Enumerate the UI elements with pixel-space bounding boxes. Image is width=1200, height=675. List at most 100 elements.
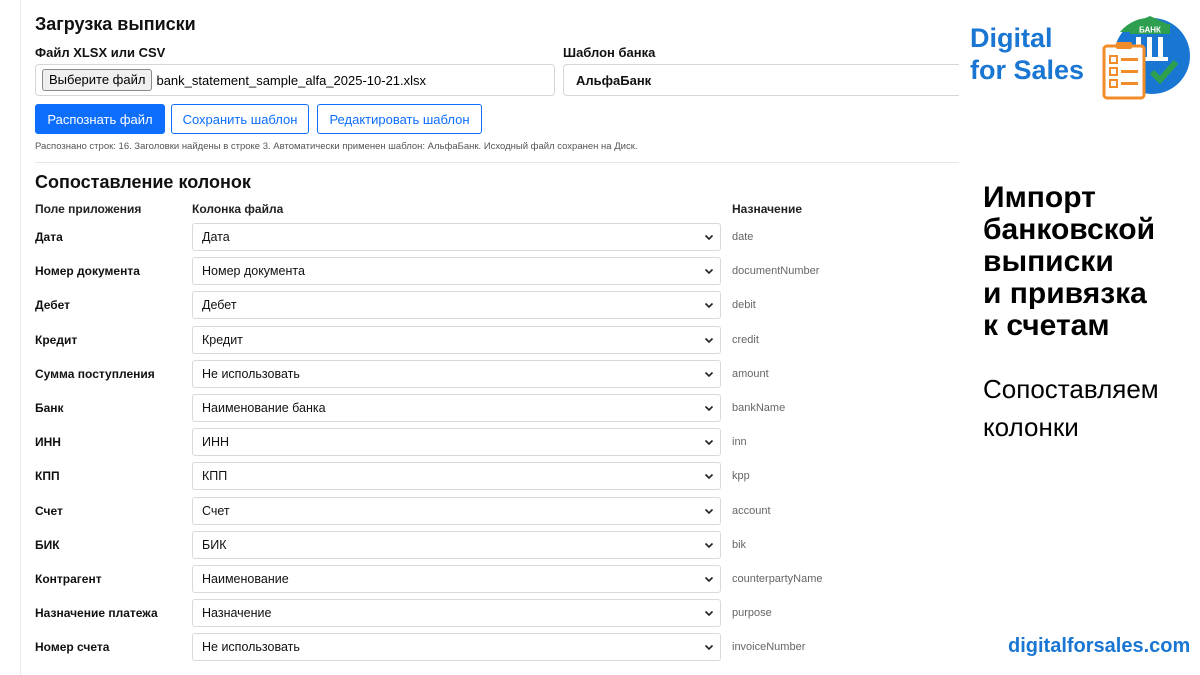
destination-key: counterpartyName	[732, 573, 823, 585]
heading-line: и привязка	[983, 277, 1147, 310]
chevron-down-icon	[704, 234, 714, 241]
subheading-line: колонки	[983, 412, 1079, 442]
app-field-label: Номер документа	[35, 264, 140, 279]
chevron-down-icon	[704, 611, 714, 617]
recognize-file-button[interactable]: Распознать файл	[35, 104, 165, 134]
app-field-label: Кредит	[35, 332, 78, 347]
destination-key: inn	[732, 436, 747, 449]
select-value: Назначение	[202, 606, 272, 621]
chevron-down-icon	[704, 440, 714, 446]
chevron-down-icon	[704, 405, 714, 412]
chevron-down-icon	[704, 371, 714, 377]
destination-key: date	[732, 231, 754, 243]
heading-line: банковской	[983, 213, 1156, 246]
chevron-down-icon	[704, 576, 714, 583]
app-field-label: Контрагент	[35, 572, 102, 586]
select-value: Номер документа	[202, 264, 305, 279]
select-value: Счет	[202, 503, 230, 518]
mapping-row: Сумма поступления Не использовать amount	[35, 359, 959, 388]
file-column-select[interactable]: Наименование	[192, 565, 721, 593]
app-field-label: Назначение платежа	[35, 606, 158, 621]
bank-checklist-icon: БАНК	[1102, 16, 1190, 100]
app-field-label: Дебет	[35, 298, 71, 313]
select-value: Не использовать	[202, 366, 300, 381]
brand-logo: Digital for Sales	[970, 22, 1084, 86]
app-field-label: Сумма поступления	[35, 366, 155, 381]
select-value: Наименование	[202, 572, 289, 586]
mapping-section-title: Сопоставление колонок	[35, 172, 251, 192]
mapping-row: ИНН ИНН inn	[35, 428, 959, 457]
save-template-button[interactable]: Сохранить шаблон	[171, 104, 309, 134]
website-link[interactable]: digitalforsales.com	[1008, 635, 1190, 658]
file-column-select[interactable]: Дебет	[192, 291, 721, 320]
heading-line: выписки	[983, 245, 1114, 278]
mapping-row: БИК БИК bik	[35, 530, 959, 559]
select-value: Не использовать	[202, 640, 300, 655]
recognition-status: Распознано строк: 16. Заголовки найдены …	[35, 141, 638, 152]
chevron-down-icon	[704, 303, 714, 309]
chevron-down-icon	[704, 474, 714, 480]
file-column-select[interactable]: Наименование банка	[192, 394, 721, 422]
promo-subheading: Сопоставляем колонки	[983, 370, 1159, 446]
file-column-select[interactable]: Кредит	[192, 325, 721, 354]
app-field-label: Банк	[35, 401, 64, 415]
mapping-row: Банк Наименование банка bankName	[35, 394, 959, 422]
mapping-row: Номер счета Не использовать invoiceNumber	[35, 633, 959, 662]
mapping-row: Контрагент Наименование counterpartyName	[35, 565, 959, 593]
mapping-row: Дата Дата date	[35, 223, 959, 251]
mapping-row: Кредит Кредит credit	[35, 325, 959, 354]
choose-file-button[interactable]: Выберите файл	[42, 69, 153, 91]
mapping-row: КПП КПП kpp	[35, 462, 959, 491]
select-value: Дата	[202, 230, 230, 244]
upload-section-title: Загрузка выписки	[35, 14, 196, 34]
selected-file-name: bank_statement_sample_alfa_2025-10-21.xl…	[156, 72, 427, 88]
mapping-row: Номер документа Номер документа documentNu…	[35, 257, 959, 286]
promo-heading: Импорт банковской выписки и привязка к с…	[983, 182, 1155, 342]
destination-key: bankName	[732, 402, 786, 414]
select-value: Дебет	[202, 298, 237, 313]
bank-import-panel: Загрузка выписки Файл XLSX или CSV Шабло…	[20, 0, 959, 675]
file-input[interactable]: Выберите файл bank_statement_sample_alfa…	[35, 64, 555, 96]
file-column-select[interactable]: Назначение	[192, 599, 721, 628]
destination-key: purpose	[732, 607, 772, 620]
app-field-label: БИК	[35, 537, 60, 552]
header-app-field: Поле приложения	[35, 202, 142, 216]
logo-line-1: Digital	[970, 23, 1053, 53]
select-value: Наименование банка	[202, 401, 326, 415]
chevron-down-icon	[704, 337, 714, 343]
logo-line-2: for Sales	[970, 55, 1085, 85]
destination-key: bik	[732, 538, 747, 551]
chevron-down-icon	[704, 542, 714, 548]
chevron-down-icon	[704, 269, 714, 275]
file-column-select[interactable]: БИК	[192, 530, 721, 559]
mapping-row: Дебет Дебет debit	[35, 291, 959, 320]
app-field-label: Дата	[35, 230, 63, 244]
file-column-select[interactable]: Дата	[192, 223, 721, 251]
file-column-select[interactable]: Счет	[192, 496, 721, 525]
header-destination: Назначение	[732, 202, 803, 216]
logo-icon-text: БАНК	[1139, 26, 1161, 35]
file-column-select[interactable]: Номер документа	[192, 257, 721, 286]
app-field-label: КПП	[35, 469, 60, 484]
destination-key: account	[732, 504, 771, 517]
heading-line: к счетам	[983, 309, 1110, 342]
edit-template-button[interactable]: Редактировать шаблон	[317, 104, 482, 134]
destination-key: kpp	[732, 470, 750, 483]
select-value: КПП	[202, 469, 228, 484]
app-field-label: Номер счета	[35, 640, 110, 655]
destination-key: debit	[732, 299, 756, 312]
file-column-select[interactable]: Не использовать	[192, 359, 721, 388]
section-divider	[35, 162, 959, 163]
file-column-select[interactable]: Не использовать	[192, 633, 721, 662]
app-field-label: Счет	[35, 503, 63, 518]
destination-key: amount	[732, 367, 769, 380]
bank-template-field[interactable]: АльфаБанк	[563, 64, 959, 96]
header-file-column: Колонка файла	[192, 202, 284, 216]
template-label: Шаблон банка	[563, 45, 656, 60]
file-column-select[interactable]: ИНН	[192, 428, 721, 457]
destination-key: credit	[732, 333, 759, 346]
file-label: Файл XLSX или CSV	[35, 45, 166, 60]
destination-key: invoiceNumber	[732, 641, 806, 654]
file-column-select[interactable]: КПП	[192, 462, 721, 491]
mapping-row: Счет Счет account	[35, 496, 959, 525]
